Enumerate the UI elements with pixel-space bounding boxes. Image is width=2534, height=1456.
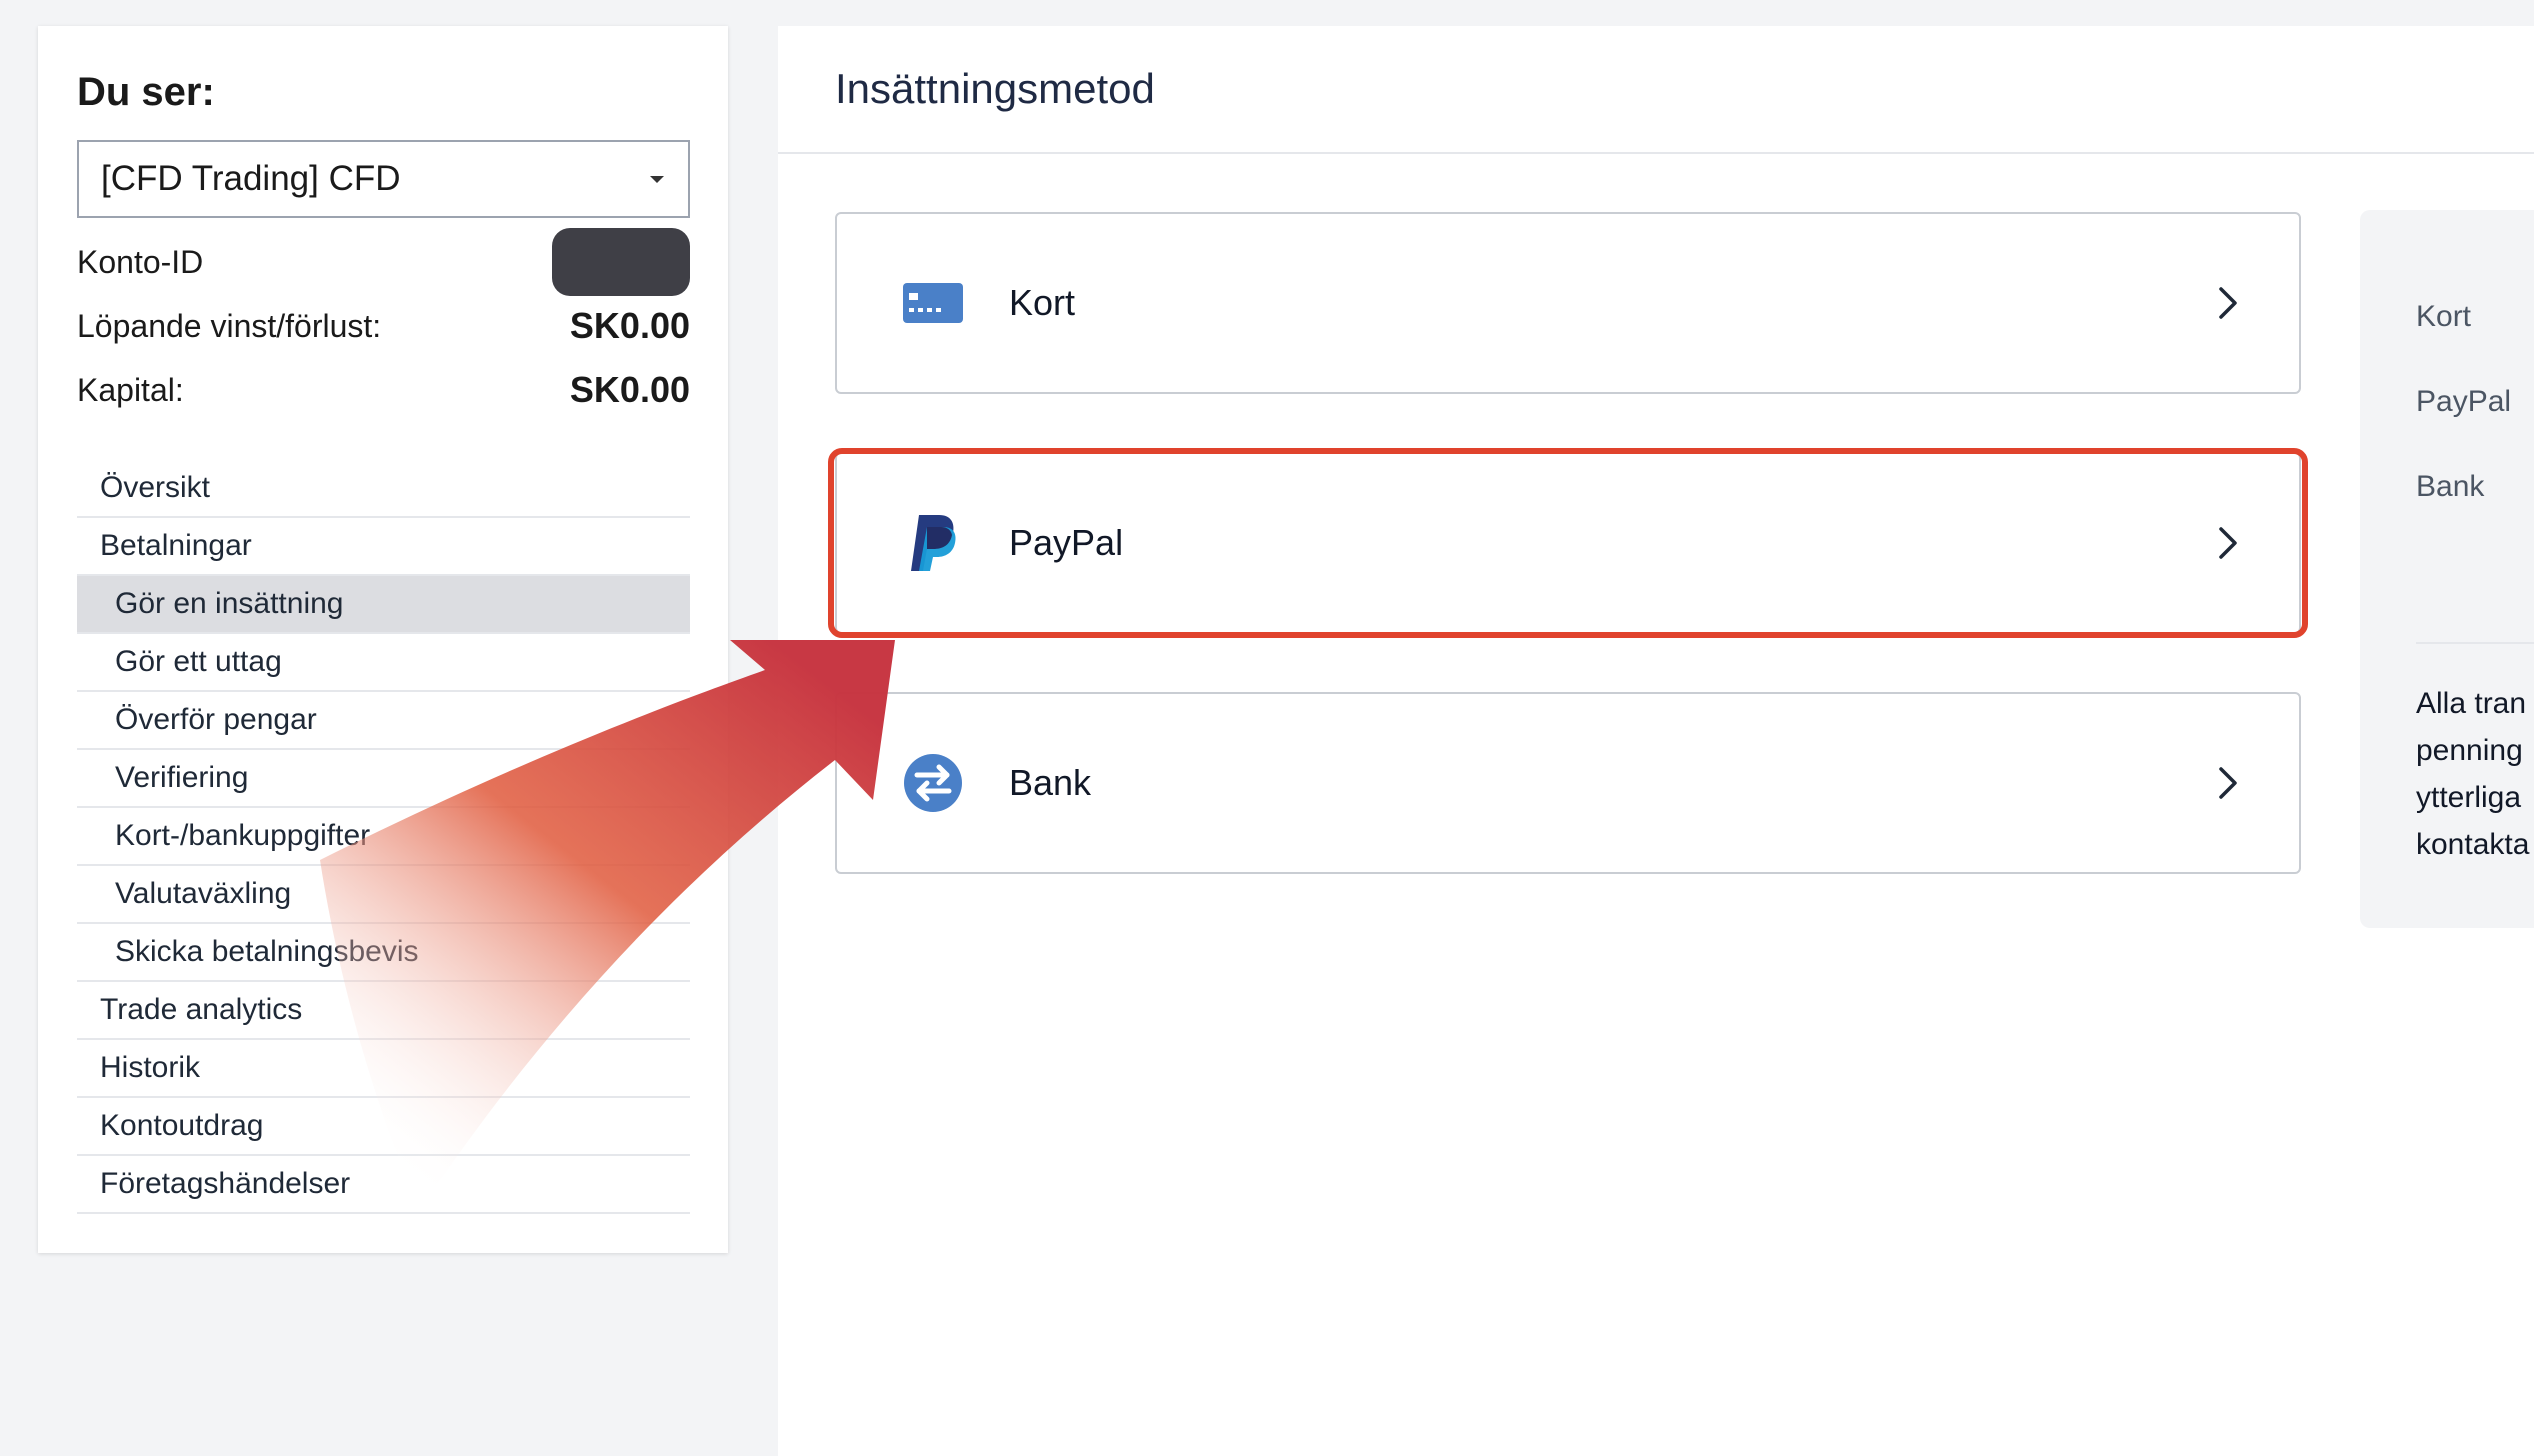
nav-item-withdraw[interactable]: Gör ett uttag [77, 634, 690, 692]
equity-value: SK0.00 [569, 369, 690, 410]
nav-item-history[interactable]: Historik [77, 1040, 690, 1098]
method-label-bank: Bank [1009, 762, 1092, 803]
info-note-line: Alla tran [2416, 687, 2527, 720]
account-id-label: Konto-ID [77, 243, 204, 280]
nav-item-betalningar[interactable]: Betalningar [77, 518, 690, 576]
caret-down-icon [650, 176, 664, 183]
running-pl-value: SK0.00 [569, 305, 690, 346]
chevron-right-icon [2213, 283, 2243, 323]
equity-label: Kapital: [77, 371, 184, 408]
page-title: Insättningsmetod [778, 26, 2534, 154]
running-pl-row: Löpande vinst/förlust: SK0.00 [77, 294, 690, 358]
account-id-row: Konto-ID [77, 228, 690, 296]
chevron-right-icon [2213, 523, 2243, 563]
account-sidebar: Du ser: [CFD Trading] CFD Konto-ID Löpan… [38, 26, 728, 1253]
info-item-paypal: PayPal [2416, 385, 2512, 418]
nav-item-deposit[interactable]: Gör en insättning [77, 576, 690, 634]
account-select-value: [CFD Trading] CFD [101, 159, 401, 198]
deposit-method-panel: Insättningsmetod Kort PayPal Bank Kort P… [778, 26, 2534, 1456]
info-divider [2416, 642, 2534, 644]
equity-row: Kapital: SK0.00 [77, 358, 690, 422]
method-card-kort[interactable]: Kort [835, 212, 2301, 394]
info-note-line: penning [2416, 734, 2523, 767]
nav-item-verification[interactable]: Verifiering [77, 750, 690, 808]
sidebar-nav: Översikt Betalningar Gör en insättning G… [77, 460, 690, 1214]
running-pl-label: Löpande vinst/förlust: [77, 307, 382, 344]
method-label-paypal: PayPal [1009, 522, 1124, 563]
sidebar-title: Du ser: [77, 70, 215, 114]
method-label-kort: Kort [1009, 282, 1076, 323]
credit-card-icon [903, 273, 963, 333]
paypal-icon [903, 513, 963, 573]
method-card-bank[interactable]: Bank [835, 692, 2301, 874]
account-id-redacted [552, 228, 690, 296]
nav-item-currency-exchange[interactable]: Valutaväxling [77, 866, 690, 924]
nav-item-statements[interactable]: Kontoutdrag [77, 1098, 690, 1156]
nav-item-transfer[interactable]: Överför pengar [77, 692, 690, 750]
nav-item-payment-proof[interactable]: Skicka betalningsbevis [77, 924, 690, 982]
method-card-paypal[interactable]: PayPal [835, 452, 2301, 634]
info-item-kort: Kort [2416, 300, 2472, 333]
nav-item-card-bank-details[interactable]: Kort-/bankuppgifter [77, 808, 690, 866]
nav-item-oversikt[interactable]: Översikt [77, 460, 690, 518]
nav-item-trade-analytics[interactable]: Trade analytics [77, 982, 690, 1040]
info-note-line: kontakta [2416, 828, 2530, 861]
bank-transfer-icon [903, 753, 963, 813]
info-note: Alla tran penning ytterliga kontakta [2416, 680, 2534, 868]
info-note-line: ytterliga [2416, 781, 2522, 814]
nav-item-corporate-events[interactable]: Företagshändelser [77, 1156, 690, 1214]
method-info-panel: Kort PayPal Bank Alla tran penning ytter… [2360, 210, 2534, 928]
info-item-bank: Bank [2416, 470, 2485, 503]
account-select[interactable]: [CFD Trading] CFD [77, 140, 690, 218]
chevron-right-icon [2213, 763, 2243, 803]
